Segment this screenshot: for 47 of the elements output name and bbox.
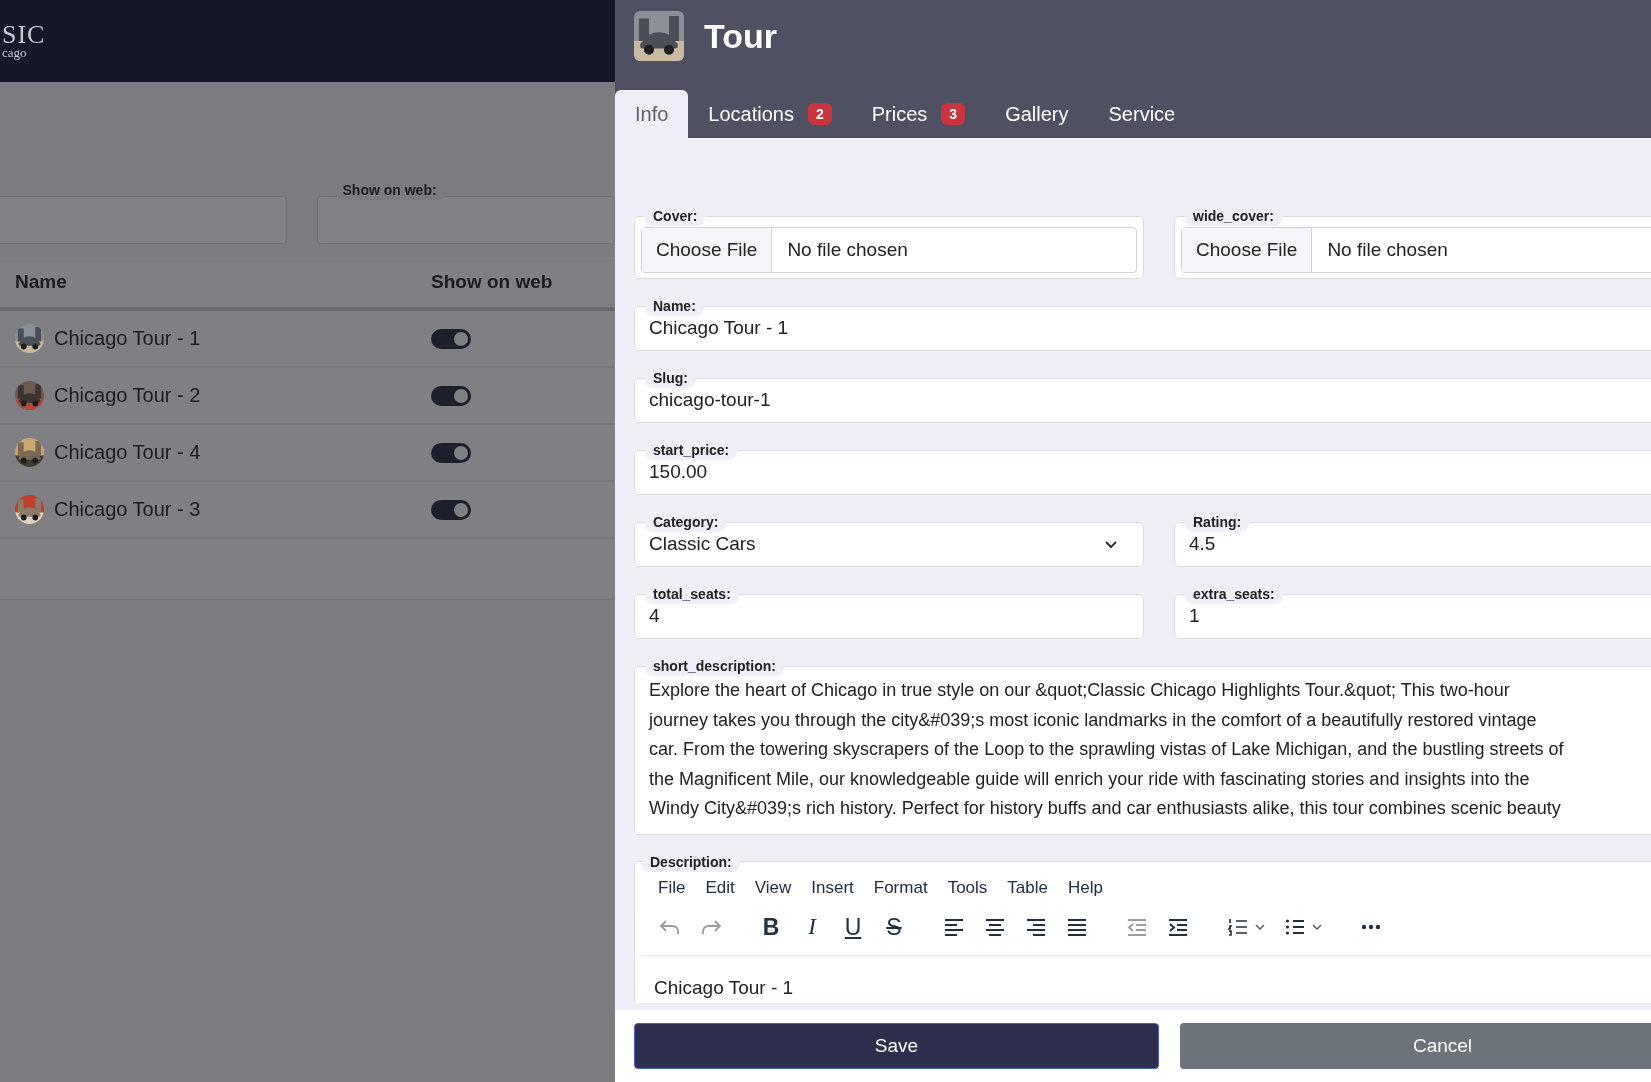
logo-text: SIC <box>2 23 46 47</box>
table-cell: Chicago Tour - 4 <box>54 441 201 464</box>
toggle-switch[interactable] <box>431 328 471 349</box>
toggle-switch[interactable] <box>431 385 471 406</box>
menu-item[interactable]: Tools <box>947 877 988 898</box>
input-field[interactable]: 4.5 <box>1181 532 1651 561</box>
textarea-field[interactable]: Explore the heart of Chicago in true style on our &quot;Classic Chicago Highlights Tour.&quot; This two-hour journey takes you through the city&#039;s most iconic landmarks in the comfort of a beautifully restored vintage car. From the towering skyscrapers of the Loop to the sprawling vistas of Lake Michigan, and the bustling streets of the Magnificent Mile, our knowledgeable guide will enrich your ride with fascinating stories and insights into the Windy City&#039;s rich history. Perfect for history buffs and car enthusiasts alike, this tour combines scenic beauty <box>641 676 1639 829</box>
more-button[interactable] <box>1359 923 1383 931</box>
more-icon <box>1359 923 1383 931</box>
menu-item[interactable]: Insert <box>811 877 854 898</box>
input-field[interactable]: 4 <box>641 604 1137 633</box>
tab[interactable]: Service <box>1088 90 1196 138</box>
file-input[interactable]: Choose File No file chosen <box>641 227 1137 273</box>
strike-button[interactable]: S <box>882 913 906 941</box>
input-field[interactable]: chicago-tour-1 <box>641 388 1651 417</box>
file-input[interactable]: Choose File No file chosen <box>1181 227 1651 273</box>
editor-text: Chicago Tour - 1 <box>653 975 795 1000</box>
table-cell: Chicago Tour - 3 <box>54 498 201 521</box>
menu-item[interactable]: View <box>754 877 792 898</box>
tab[interactable]: Gallery <box>985 90 1089 138</box>
input-field[interactable]: 1 <box>1181 604 1651 633</box>
input-field[interactable]: 150.00 <box>641 460 1651 489</box>
table-cell: Chicago Tour - 2 <box>54 384 201 407</box>
menu-item[interactable]: File <box>658 877 686 898</box>
column-header: Name <box>14 271 68 293</box>
bold-button[interactable]: B <box>759 913 783 941</box>
menu-item[interactable]: Help <box>1067 877 1103 898</box>
count-badge: 2 <box>808 103 832 125</box>
tab[interactable]: Prices 3 <box>851 90 986 138</box>
italic-button[interactable]: I <box>800 914 824 940</box>
logo-text: cago <box>2 46 28 59</box>
column-header: Show on web <box>431 271 553 293</box>
count-badge: 3 <box>941 103 966 125</box>
table-cell: Chicago Tour - 1 <box>54 327 201 350</box>
select-field[interactable]: Classic Cars <box>641 532 1137 561</box>
drawer-title: Tour <box>704 16 777 56</box>
save-button[interactable]: Save <box>634 1023 1159 1069</box>
menu-item[interactable]: Edit <box>705 877 735 898</box>
tab[interactable]: Locations 2 <box>688 90 852 138</box>
menu-item[interactable]: Format <box>873 877 928 898</box>
toggle-switch[interactable] <box>431 499 471 520</box>
cancel-button[interactable]: Cancel <box>1180 1023 1651 1069</box>
menu-item[interactable]: Table <box>1007 877 1048 898</box>
toggle-switch[interactable] <box>431 442 471 463</box>
underline-button[interactable]: U <box>841 913 865 941</box>
input-field[interactable]: Chicago Tour - 1 <box>641 316 1651 345</box>
tab[interactable]: Info <box>615 90 689 138</box>
